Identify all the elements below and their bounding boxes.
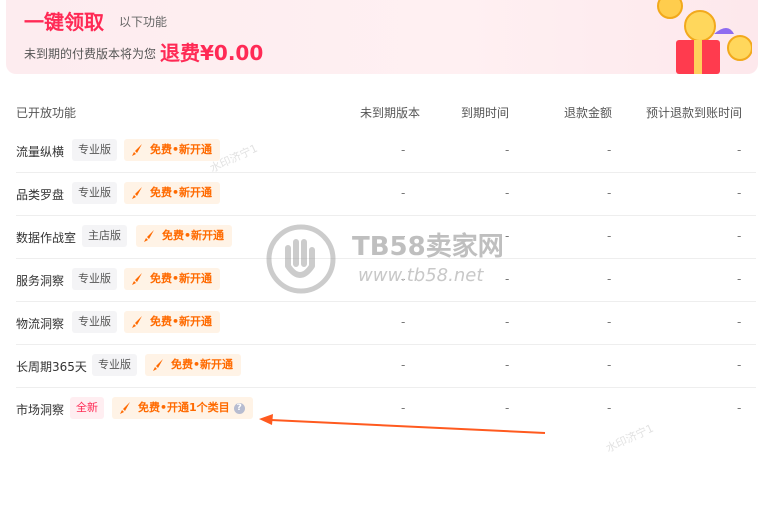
cell-expiry: - [505, 315, 510, 329]
edition-tag: 专业版 [92, 354, 137, 376]
cell-refund-time: - [737, 401, 742, 415]
table-row: 品类罗盘 专业版 免费•新开通 - - - - [16, 173, 756, 216]
rocket-icon [153, 359, 163, 371]
gift-coins-icon [657, 0, 752, 74]
edition-tag: 专业版 [72, 311, 117, 333]
table-row: 物流洞察 专业版 免费•新开通 - - - - [16, 302, 756, 345]
edition-tag: 专业版 [72, 182, 117, 204]
edition-tag: 专业版 [72, 139, 117, 161]
refund-banner: 一键领取 以下功能 未到期的付费版本将为您 退费¥0.00 [6, 0, 758, 74]
rocket-icon [132, 316, 142, 328]
edition-tag: 专业版 [72, 268, 117, 290]
header-feature: 已开放功能 [16, 106, 77, 120]
rocket-icon [132, 273, 142, 285]
table-row: 长周期365天 专业版 免费•新开通 - - - - [16, 345, 756, 388]
open-free-button[interactable]: 免费•新开通 [136, 225, 233, 247]
feature-name: 市场洞察 [16, 403, 65, 417]
cell-refund-time: - [737, 272, 742, 286]
rocket-icon [132, 187, 142, 199]
banner-title: 一键领取 [24, 10, 104, 34]
header-expiry: 到期时间 [461, 106, 510, 120]
rocket-icon [144, 230, 154, 242]
open-category-button[interactable]: 免费•开通1个类目? [112, 397, 253, 419]
annotation-arrow [259, 414, 546, 434]
watermark-site-name: TB58卖家网 [352, 232, 504, 262]
cell-version: - [401, 315, 406, 329]
open-free-button[interactable]: 免费•新开通 [124, 139, 221, 161]
cell-refund-time: - [737, 186, 742, 200]
cell-version: - [401, 358, 406, 372]
feature-name: 服务洞察 [16, 274, 65, 288]
cell-expiry: - [505, 229, 510, 243]
feature-name: 品类罗盘 [16, 188, 65, 202]
cell-refund-time: - [737, 229, 742, 243]
cell-expiry: - [505, 186, 510, 200]
table-row: 流量纵横 专业版 免费•新开通 - - - - [16, 130, 756, 173]
feature-name: 流量纵横 [16, 145, 65, 159]
hand-logo-icon [266, 224, 336, 294]
header-refund-amount: 退款金额 [564, 106, 613, 120]
feature-name: 长周期365天 [16, 360, 87, 374]
cell-refund-amount: - [607, 143, 612, 157]
banner-line: 未到期的付费版本将为您 [24, 47, 157, 61]
cell-refund-amount: - [607, 315, 612, 329]
cell-refund-amount: - [607, 186, 612, 200]
help-icon[interactable]: ? [233, 402, 245, 414]
cell-version: - [401, 186, 406, 200]
cell-refund-amount: - [607, 358, 612, 372]
edition-tag-new: 全新 [70, 397, 104, 419]
rocket-icon [132, 144, 142, 156]
cell-expiry: - [505, 272, 510, 286]
cell-refund-amount: - [607, 401, 612, 415]
watermark-url: www.tb58.net [358, 265, 484, 286]
cell-refund-time: - [737, 358, 742, 372]
open-free-button[interactable]: 免费•新开通 [124, 311, 221, 333]
edition-tag: 主店版 [82, 225, 127, 247]
cell-refund-amount: - [607, 272, 612, 286]
cell-version: - [401, 143, 406, 157]
banner-subtitle: 以下功能 [119, 15, 168, 29]
feature-name: 物流洞察 [16, 317, 65, 331]
open-free-button[interactable]: 免费•新开通 [145, 354, 242, 376]
refund-amount: 退费¥0.00 [160, 41, 264, 65]
header-version: 未到期版本 [360, 106, 421, 120]
header-refund-time: 预计退款到账时间 [646, 106, 743, 120]
open-free-button[interactable]: 免费•新开通 [124, 268, 221, 290]
cell-expiry: - [505, 358, 510, 372]
cell-refund-time: - [737, 315, 742, 329]
cell-expiry: - [505, 143, 510, 157]
table-header: 已开放功能 未到期版本 到期时间 退款金额 预计退款到账时间 [16, 100, 747, 124]
feature-name: 数据作战室 [16, 231, 77, 245]
rocket-icon [120, 402, 130, 414]
open-free-button[interactable]: 免费•新开通 [124, 182, 221, 204]
cell-refund-time: - [737, 143, 742, 157]
cell-refund-amount: - [607, 229, 612, 243]
